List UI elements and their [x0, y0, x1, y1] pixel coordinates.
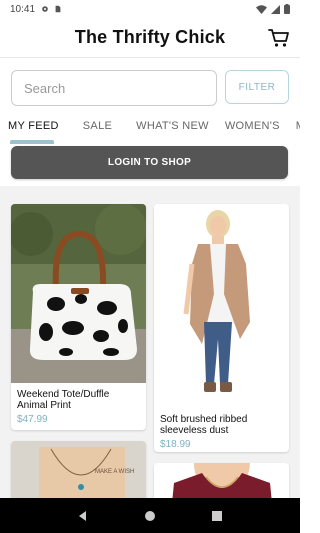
product-card[interactable]: [154, 463, 289, 498]
svg-text:MAKE A WISH: MAKE A WISH: [95, 469, 134, 475]
login-to-shop-button[interactable]: LOGIN TO SHOP: [11, 146, 288, 179]
search-input[interactable]: [11, 70, 217, 106]
product-feed: Weekend Tote/Duffle Animal Print $47.99 …: [0, 186, 300, 498]
app-header: The Thrifty Chick: [0, 18, 300, 58]
product-card[interactable]: Soft brushed ribbed sleeveless dust $18.…: [154, 204, 289, 452]
product-image-vest: [154, 204, 289, 408]
status-time: 10:41: [10, 3, 36, 15]
product-card[interactable]: MAKE A WISH: [11, 441, 146, 498]
product-image-tote: [11, 204, 146, 383]
battery-icon: [284, 4, 290, 14]
status-bar: 10:41: [0, 0, 300, 18]
filter-button[interactable]: FILTER: [225, 70, 289, 104]
tab-sale[interactable]: SALE: [75, 116, 120, 140]
back-icon[interactable]: [76, 509, 90, 523]
tab-mens[interactable]: MEN: [288, 116, 300, 140]
tab-whats-new[interactable]: WHAT'S NEW: [128, 116, 217, 140]
product-price: $18.99: [160, 439, 191, 450]
search-row: FILTER: [11, 70, 289, 106]
product-card[interactable]: Weekend Tote/Duffle Animal Print $47.99: [11, 204, 146, 430]
signal-icon: [271, 4, 280, 14]
tab-my-feed[interactable]: MY FEED: [0, 116, 67, 140]
sd-card-icon: [55, 5, 61, 13]
system-nav-bar: [0, 498, 300, 533]
wifi-icon: [256, 4, 267, 14]
product-image-necklace: MAKE A WISH: [11, 441, 146, 498]
category-tabs: MY FEED SALE WHAT'S NEW WOMEN'S MEN: [0, 116, 300, 140]
product-name: Soft brushed ribbed sleeveless dust: [160, 414, 248, 436]
recents-icon[interactable]: [210, 509, 224, 523]
tab-womens[interactable]: WOMEN'S: [217, 116, 288, 140]
product-name: Weekend Tote/Duffle Animal Print: [17, 389, 110, 411]
cart-icon[interactable]: [268, 28, 290, 48]
home-icon[interactable]: [143, 509, 157, 523]
active-tab-indicator: [10, 140, 54, 144]
product-image-top: [154, 463, 289, 498]
product-price: $47.99: [17, 414, 48, 425]
page-title: The Thrifty Chick: [74, 27, 226, 47]
gear-icon: [42, 6, 48, 12]
